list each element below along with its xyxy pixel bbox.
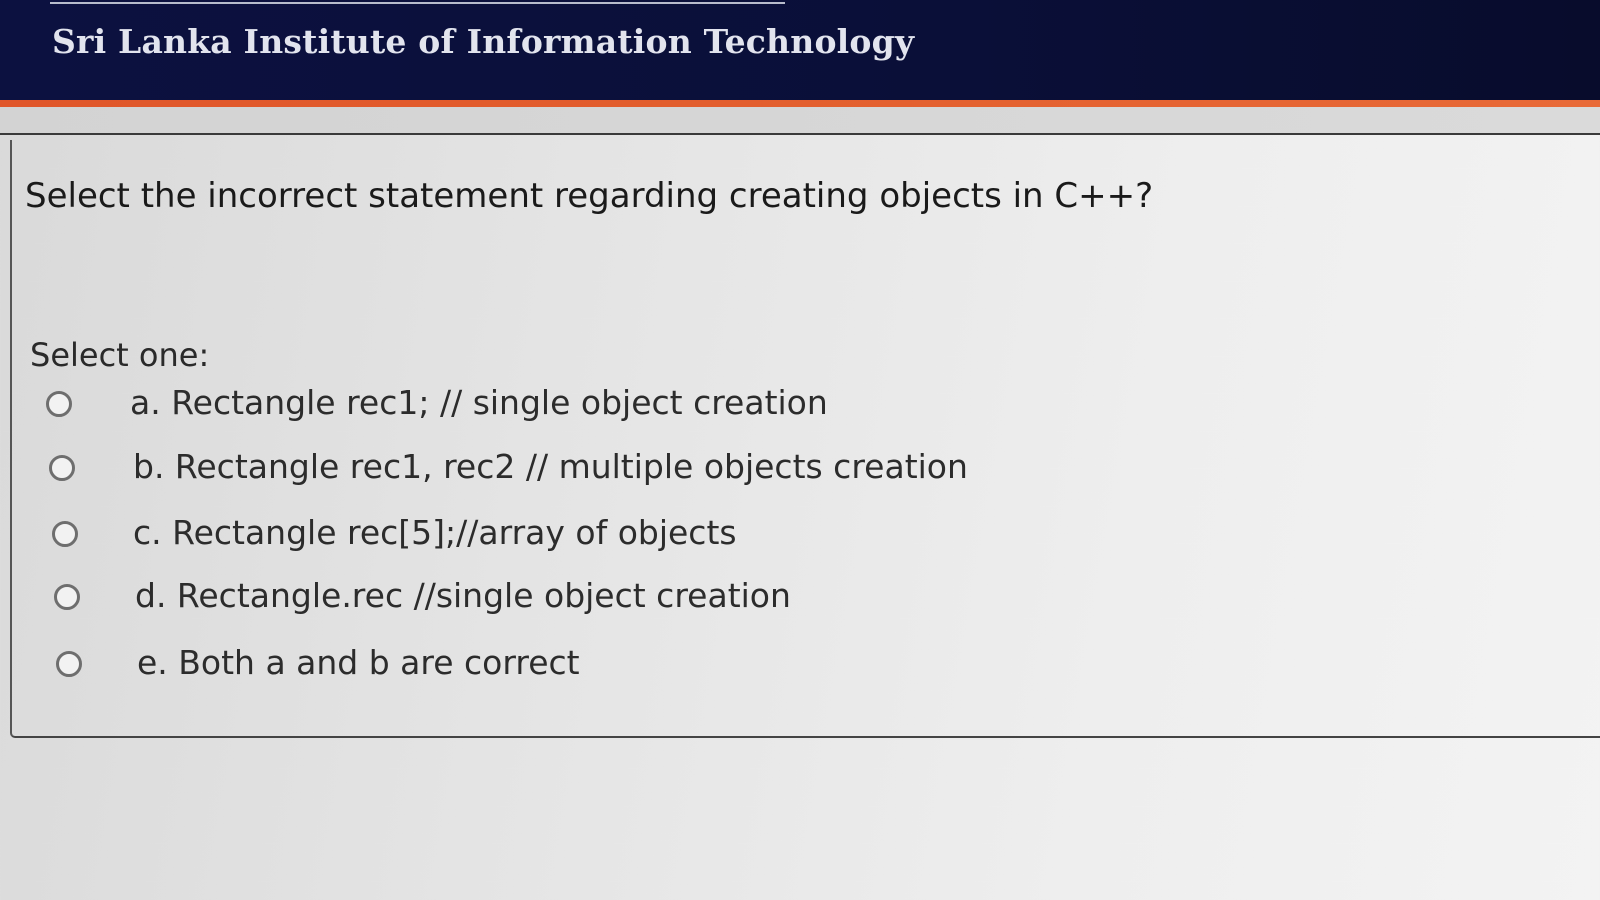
radio-button[interactable] xyxy=(46,391,72,417)
radio-button[interactable] xyxy=(52,521,78,547)
select-one-prompt: Select one: xyxy=(30,336,210,374)
radio-button[interactable] xyxy=(56,651,82,677)
answer-option-d[interactable]: d. Rectangle.rec //single object creatio… xyxy=(54,576,791,622)
answer-option-a[interactable]: a. Rectangle rec1; // single object crea… xyxy=(46,383,828,429)
option-label[interactable]: e. Both a and b are correct xyxy=(137,643,580,682)
institution-title: Sri Lanka Institute of Information Techn… xyxy=(52,22,915,61)
answer-option-b[interactable]: b. Rectangle rec1, rec2 // multiple obje… xyxy=(49,447,968,493)
answer-option-e[interactable]: e. Both a and b are correct xyxy=(56,643,616,689)
accent-bar xyxy=(0,100,1600,107)
question-text: Select the incorrect statement regarding… xyxy=(25,176,1154,216)
answer-option-c[interactable]: c. Rectangle rec[5];//array of objects xyxy=(52,513,752,559)
sub-navigation-bar xyxy=(0,107,1600,133)
site-header: Sri Lanka Institute of Information Techn… xyxy=(0,0,1600,100)
radio-button[interactable] xyxy=(54,584,80,610)
radio-button[interactable] xyxy=(49,455,75,481)
option-label[interactable]: c. Rectangle rec[5];//array of objects xyxy=(133,513,737,552)
divider xyxy=(0,133,1600,135)
option-label[interactable]: b. Rectangle rec1, rec2 // multiple obje… xyxy=(133,447,968,486)
header-top-rule xyxy=(50,2,785,4)
option-label[interactable]: d. Rectangle.rec //single object creatio… xyxy=(135,576,791,615)
option-label[interactable]: a. Rectangle rec1; // single object crea… xyxy=(130,383,828,422)
